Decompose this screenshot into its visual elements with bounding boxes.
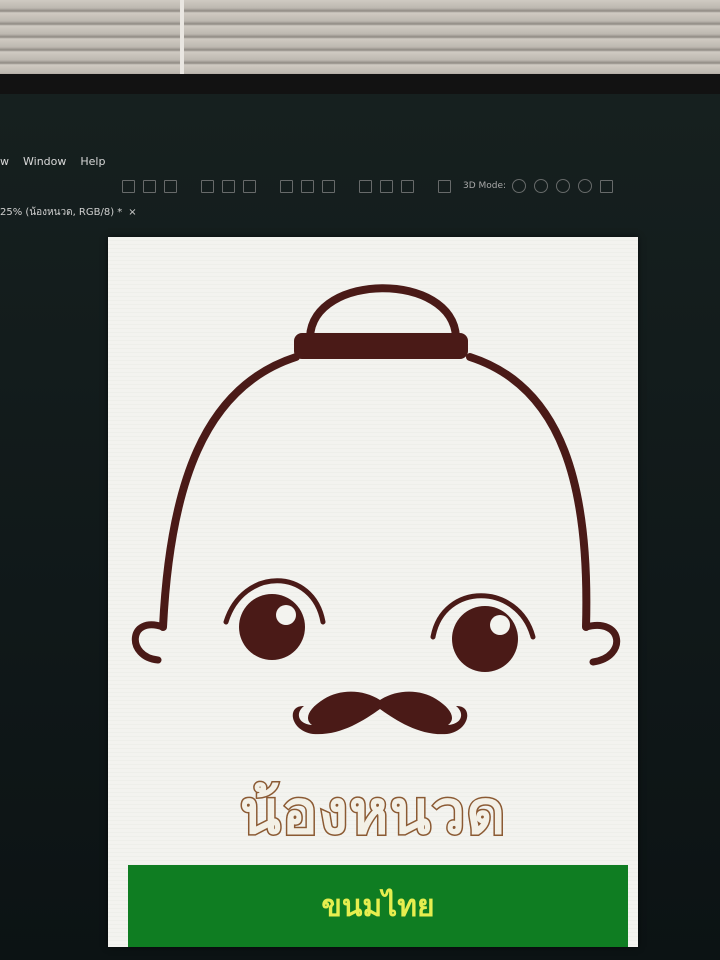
menu-bar: w Window Help — [0, 150, 720, 172]
align-top-icon[interactable] — [122, 179, 135, 193]
3d-mode-label: 3D Mode: — [463, 181, 507, 191]
document-canvas[interactable]: น้องหนวด ขนมไทย — [108, 237, 638, 947]
mustache — [292, 691, 468, 735]
blinds-cord — [180, 0, 184, 74]
head-outline-right — [466, 353, 591, 631]
auto-align-icon[interactable] — [438, 179, 451, 193]
distribute-middle-icon[interactable] — [301, 179, 314, 193]
3d-pan-icon[interactable] — [556, 179, 571, 193]
left-eye — [239, 594, 305, 660]
band-text: ขนมไทย — [321, 888, 435, 924]
align-left-icon[interactable] — [201, 179, 214, 193]
3d-slide-icon[interactable] — [578, 179, 593, 193]
head-outline — [159, 353, 300, 631]
align-right-icon[interactable] — [243, 179, 256, 193]
monitor-bezel — [0, 74, 720, 94]
menu-help[interactable]: Help — [80, 155, 105, 168]
distribute-right-icon[interactable] — [401, 179, 414, 193]
topknot-band — [294, 333, 468, 359]
right-ear — [582, 621, 621, 666]
align-bottom-icon[interactable] — [164, 179, 177, 193]
topknot-outline — [306, 284, 460, 341]
green-band: ขนมไทย — [128, 865, 628, 947]
menu-window[interactable]: Window — [23, 155, 66, 168]
document-tab[interactable]: 25% (น้องหนวด, RGB/8) * × — [0, 203, 137, 221]
align-center-icon[interactable] — [222, 179, 235, 193]
3d-rotate-icon[interactable] — [512, 179, 527, 193]
right-eye-highlight — [490, 615, 510, 635]
distribute-left-icon[interactable] — [359, 179, 372, 193]
left-eye-highlight — [276, 605, 296, 625]
align-middle-icon[interactable] — [143, 179, 156, 193]
close-icon[interactable]: × — [128, 207, 136, 218]
distribute-bottom-icon[interactable] — [322, 179, 335, 193]
document-tab-title: 25% (น้องหนวด, RGB/8) * — [0, 206, 123, 218]
menu-view[interactable]: w — [0, 155, 9, 168]
distribute-center-icon[interactable] — [380, 179, 393, 193]
distribute-top-icon[interactable] — [280, 179, 293, 193]
right-eye — [452, 606, 518, 672]
options-bar: 3D Mode: — [0, 172, 720, 200]
artwork-title: น้องหนวด — [238, 777, 507, 850]
3d-scale-icon[interactable] — [600, 179, 614, 193]
left-ear — [131, 621, 167, 664]
3d-roll-icon[interactable] — [534, 179, 549, 193]
